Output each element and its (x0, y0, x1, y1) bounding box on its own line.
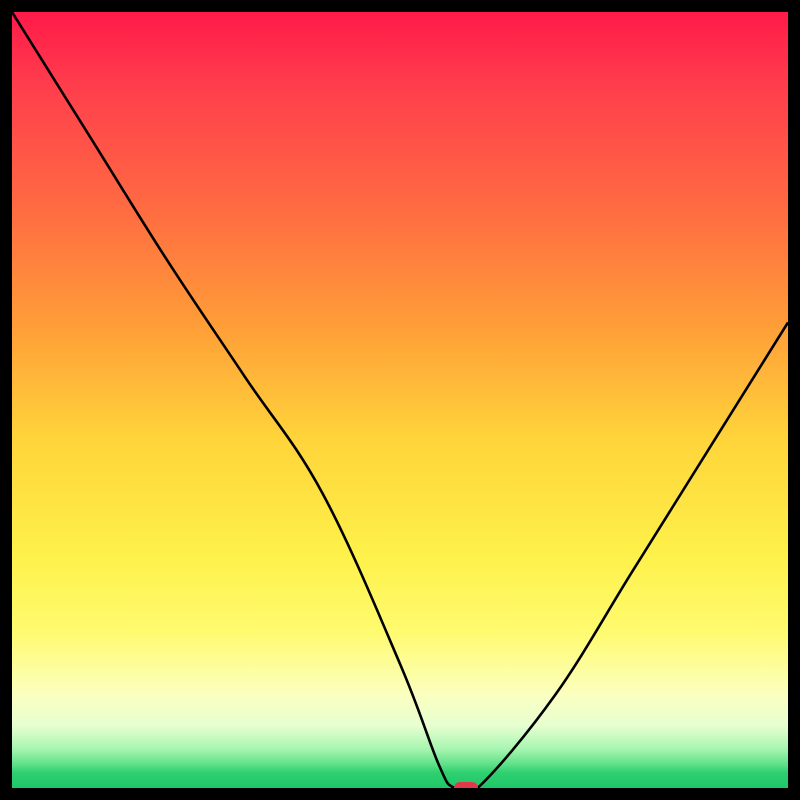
bottleneck-curve (12, 12, 788, 788)
optimal-marker (454, 782, 477, 788)
plot-area (12, 12, 788, 788)
